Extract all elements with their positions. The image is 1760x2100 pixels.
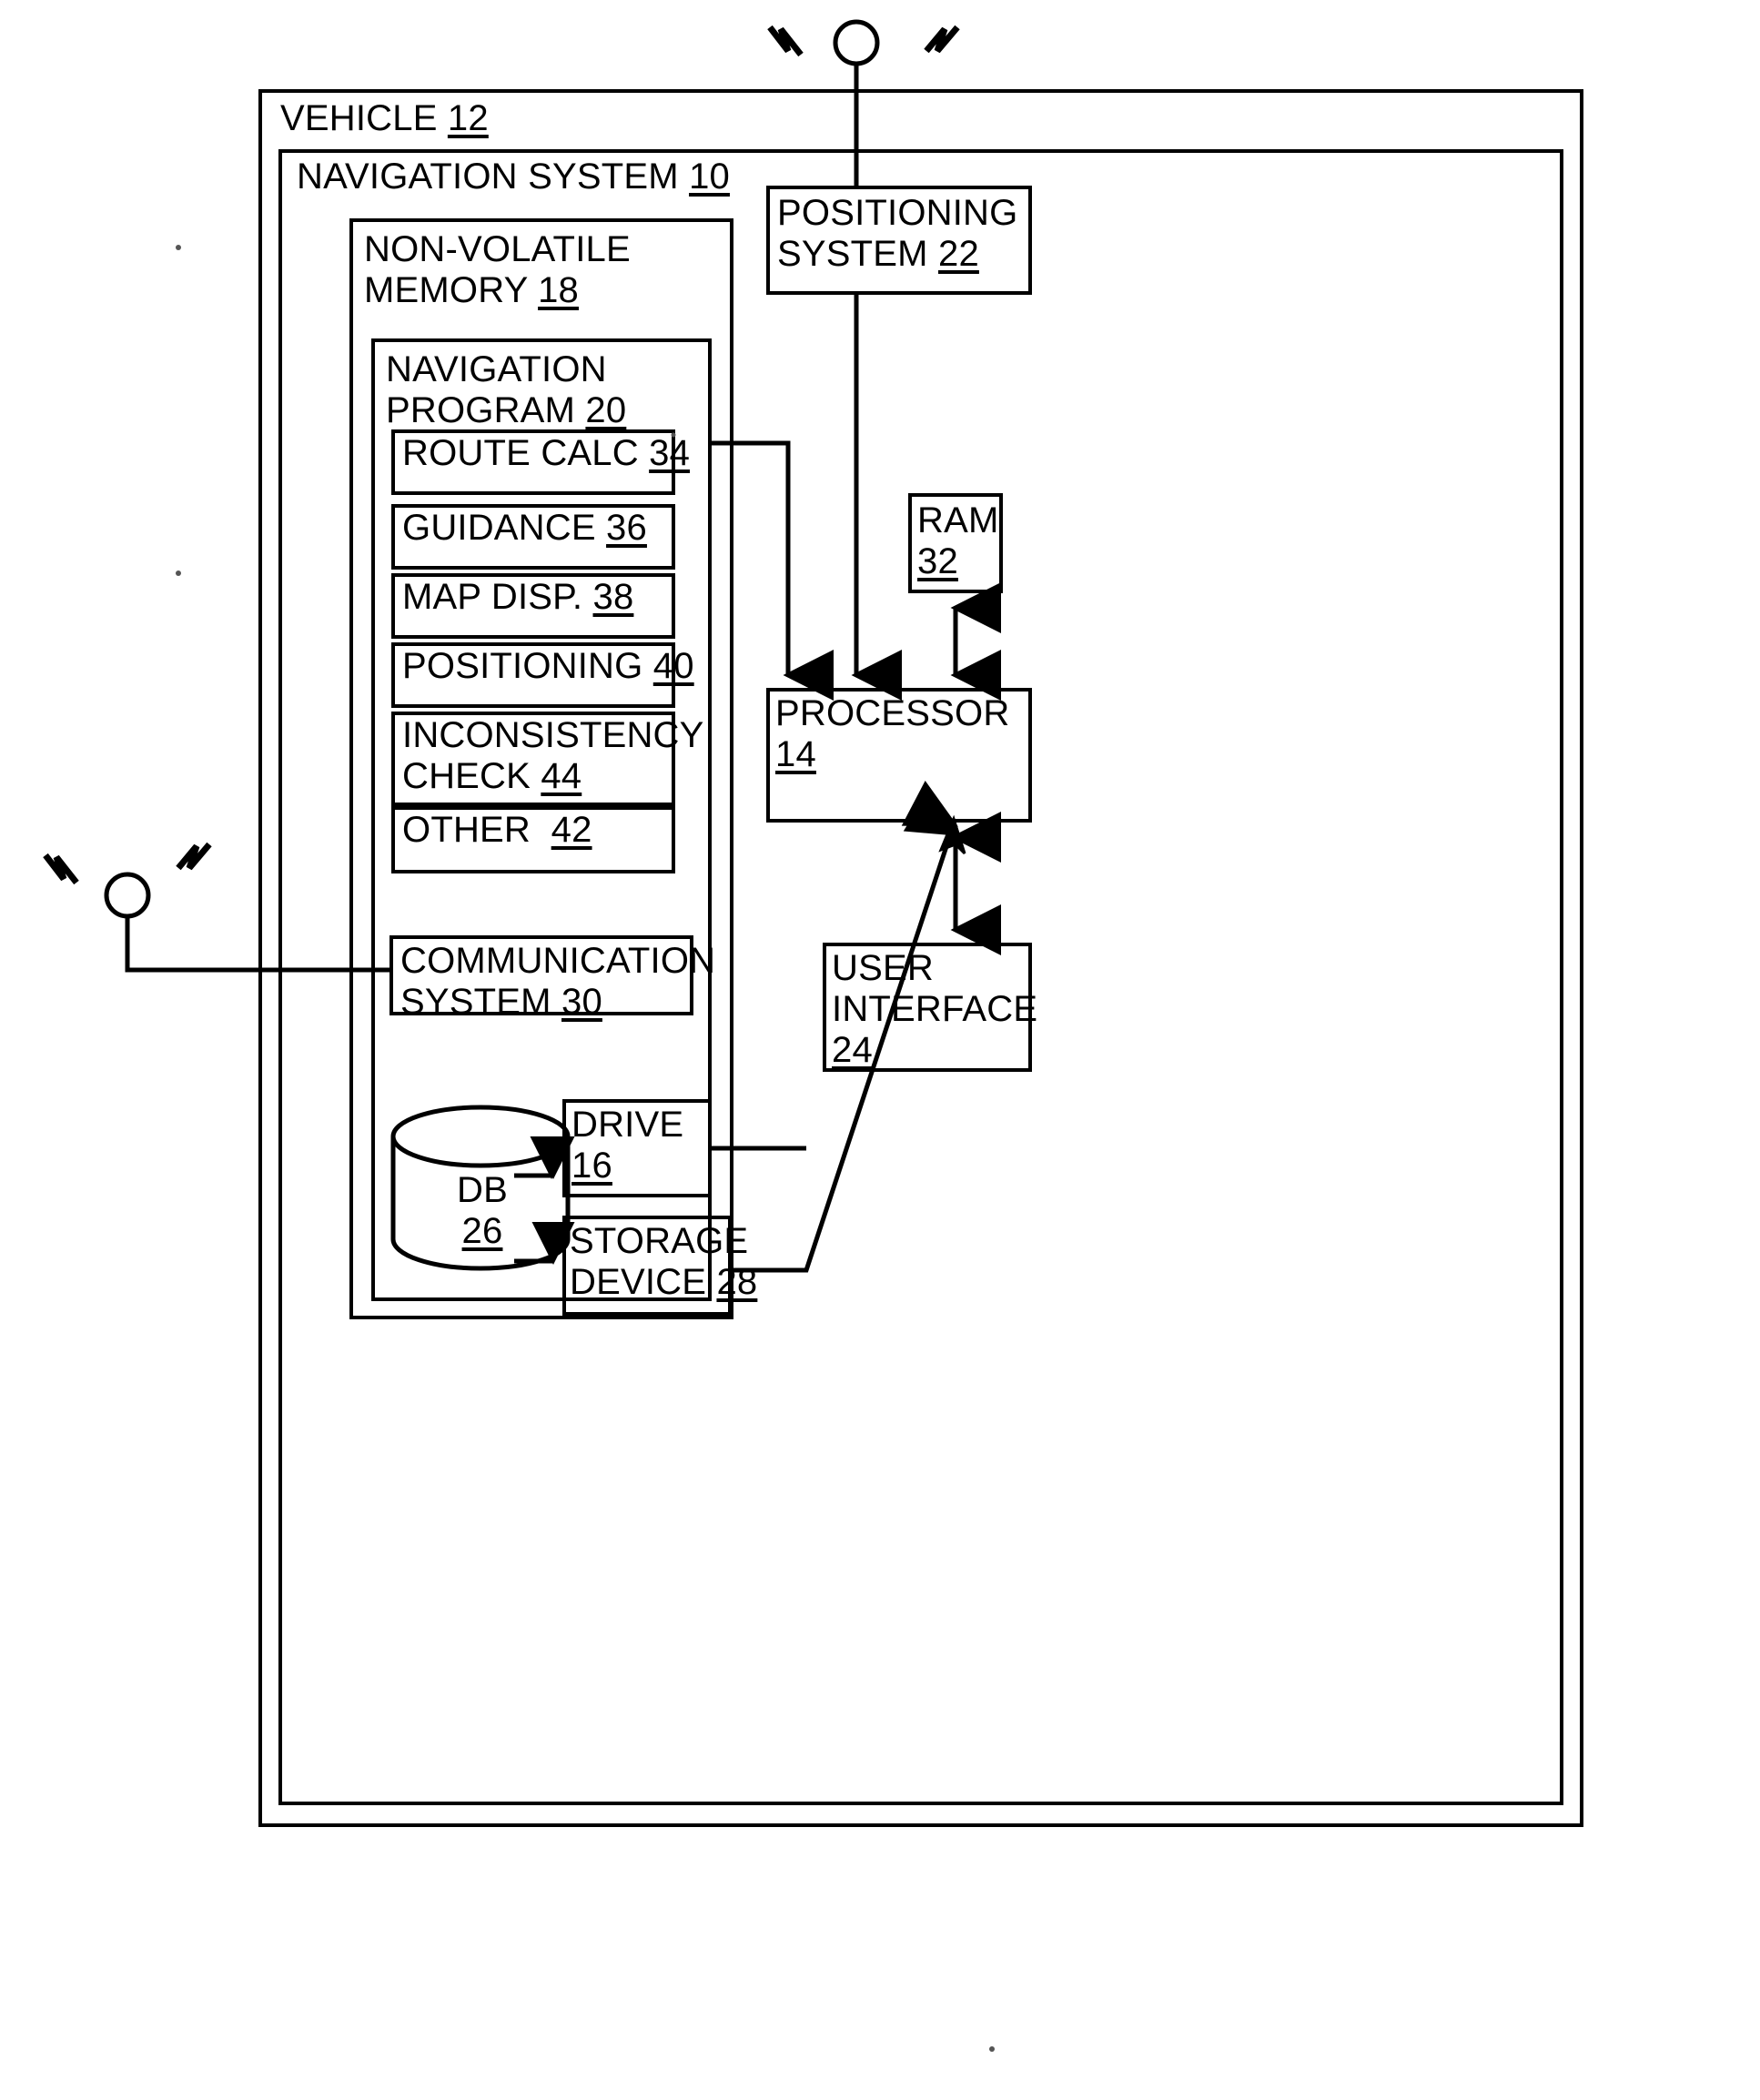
ram-label: RAM 32: [917, 500, 999, 582]
antenna-left-circle: [104, 872, 151, 919]
communication-system-label: COMMUNICATION SYSTEM 30: [400, 941, 716, 1023]
navigation-system-label: NAVIGATION SYSTEM 10: [297, 156, 730, 197]
antenna-left-wave-left: [43, 853, 79, 885]
user-interface-label: USER INTERFACE 24: [832, 948, 1038, 1071]
processor-label: PROCESSOR 14: [775, 693, 1010, 775]
vehicle-label: VEHICLE 12: [280, 98, 489, 138]
antenna-top-circle: [833, 19, 880, 66]
route-calc-label: ROUTE CALC 34: [402, 433, 691, 473]
antenna-top-wave-left: [767, 25, 804, 57]
figure-canvas: VEHICLE 12 NAVIGATION SYSTEM 10 NON-VOLA…: [0, 0, 1760, 2100]
navigation-program-label: NAVIGATION PROGRAM 20: [386, 349, 627, 431]
inconsistency-check-label: INCONSISTENCY CHECK 44: [402, 715, 704, 797]
drive-label: DRIVE 16: [571, 1105, 684, 1186]
antenna-top-wave-right: [924, 25, 960, 54]
guidance-label: GUIDANCE 36: [402, 508, 647, 548]
storage-device-label: STORAGE DEVICE 28: [570, 1221, 758, 1303]
other-label: OTHER 42: [402, 810, 592, 850]
antenna-left-wave-right: [176, 842, 212, 871]
non-volatile-memory-label: NON-VOLATILE MEMORY 18: [364, 229, 631, 311]
positioning-module-label: POSITIONING 40: [402, 646, 694, 686]
map-display-label: MAP DISP. 38: [402, 577, 634, 617]
database-label: DB 26: [457, 1170, 508, 1252]
positioning-system-label: POSITIONING SYSTEM 22: [777, 193, 1018, 275]
